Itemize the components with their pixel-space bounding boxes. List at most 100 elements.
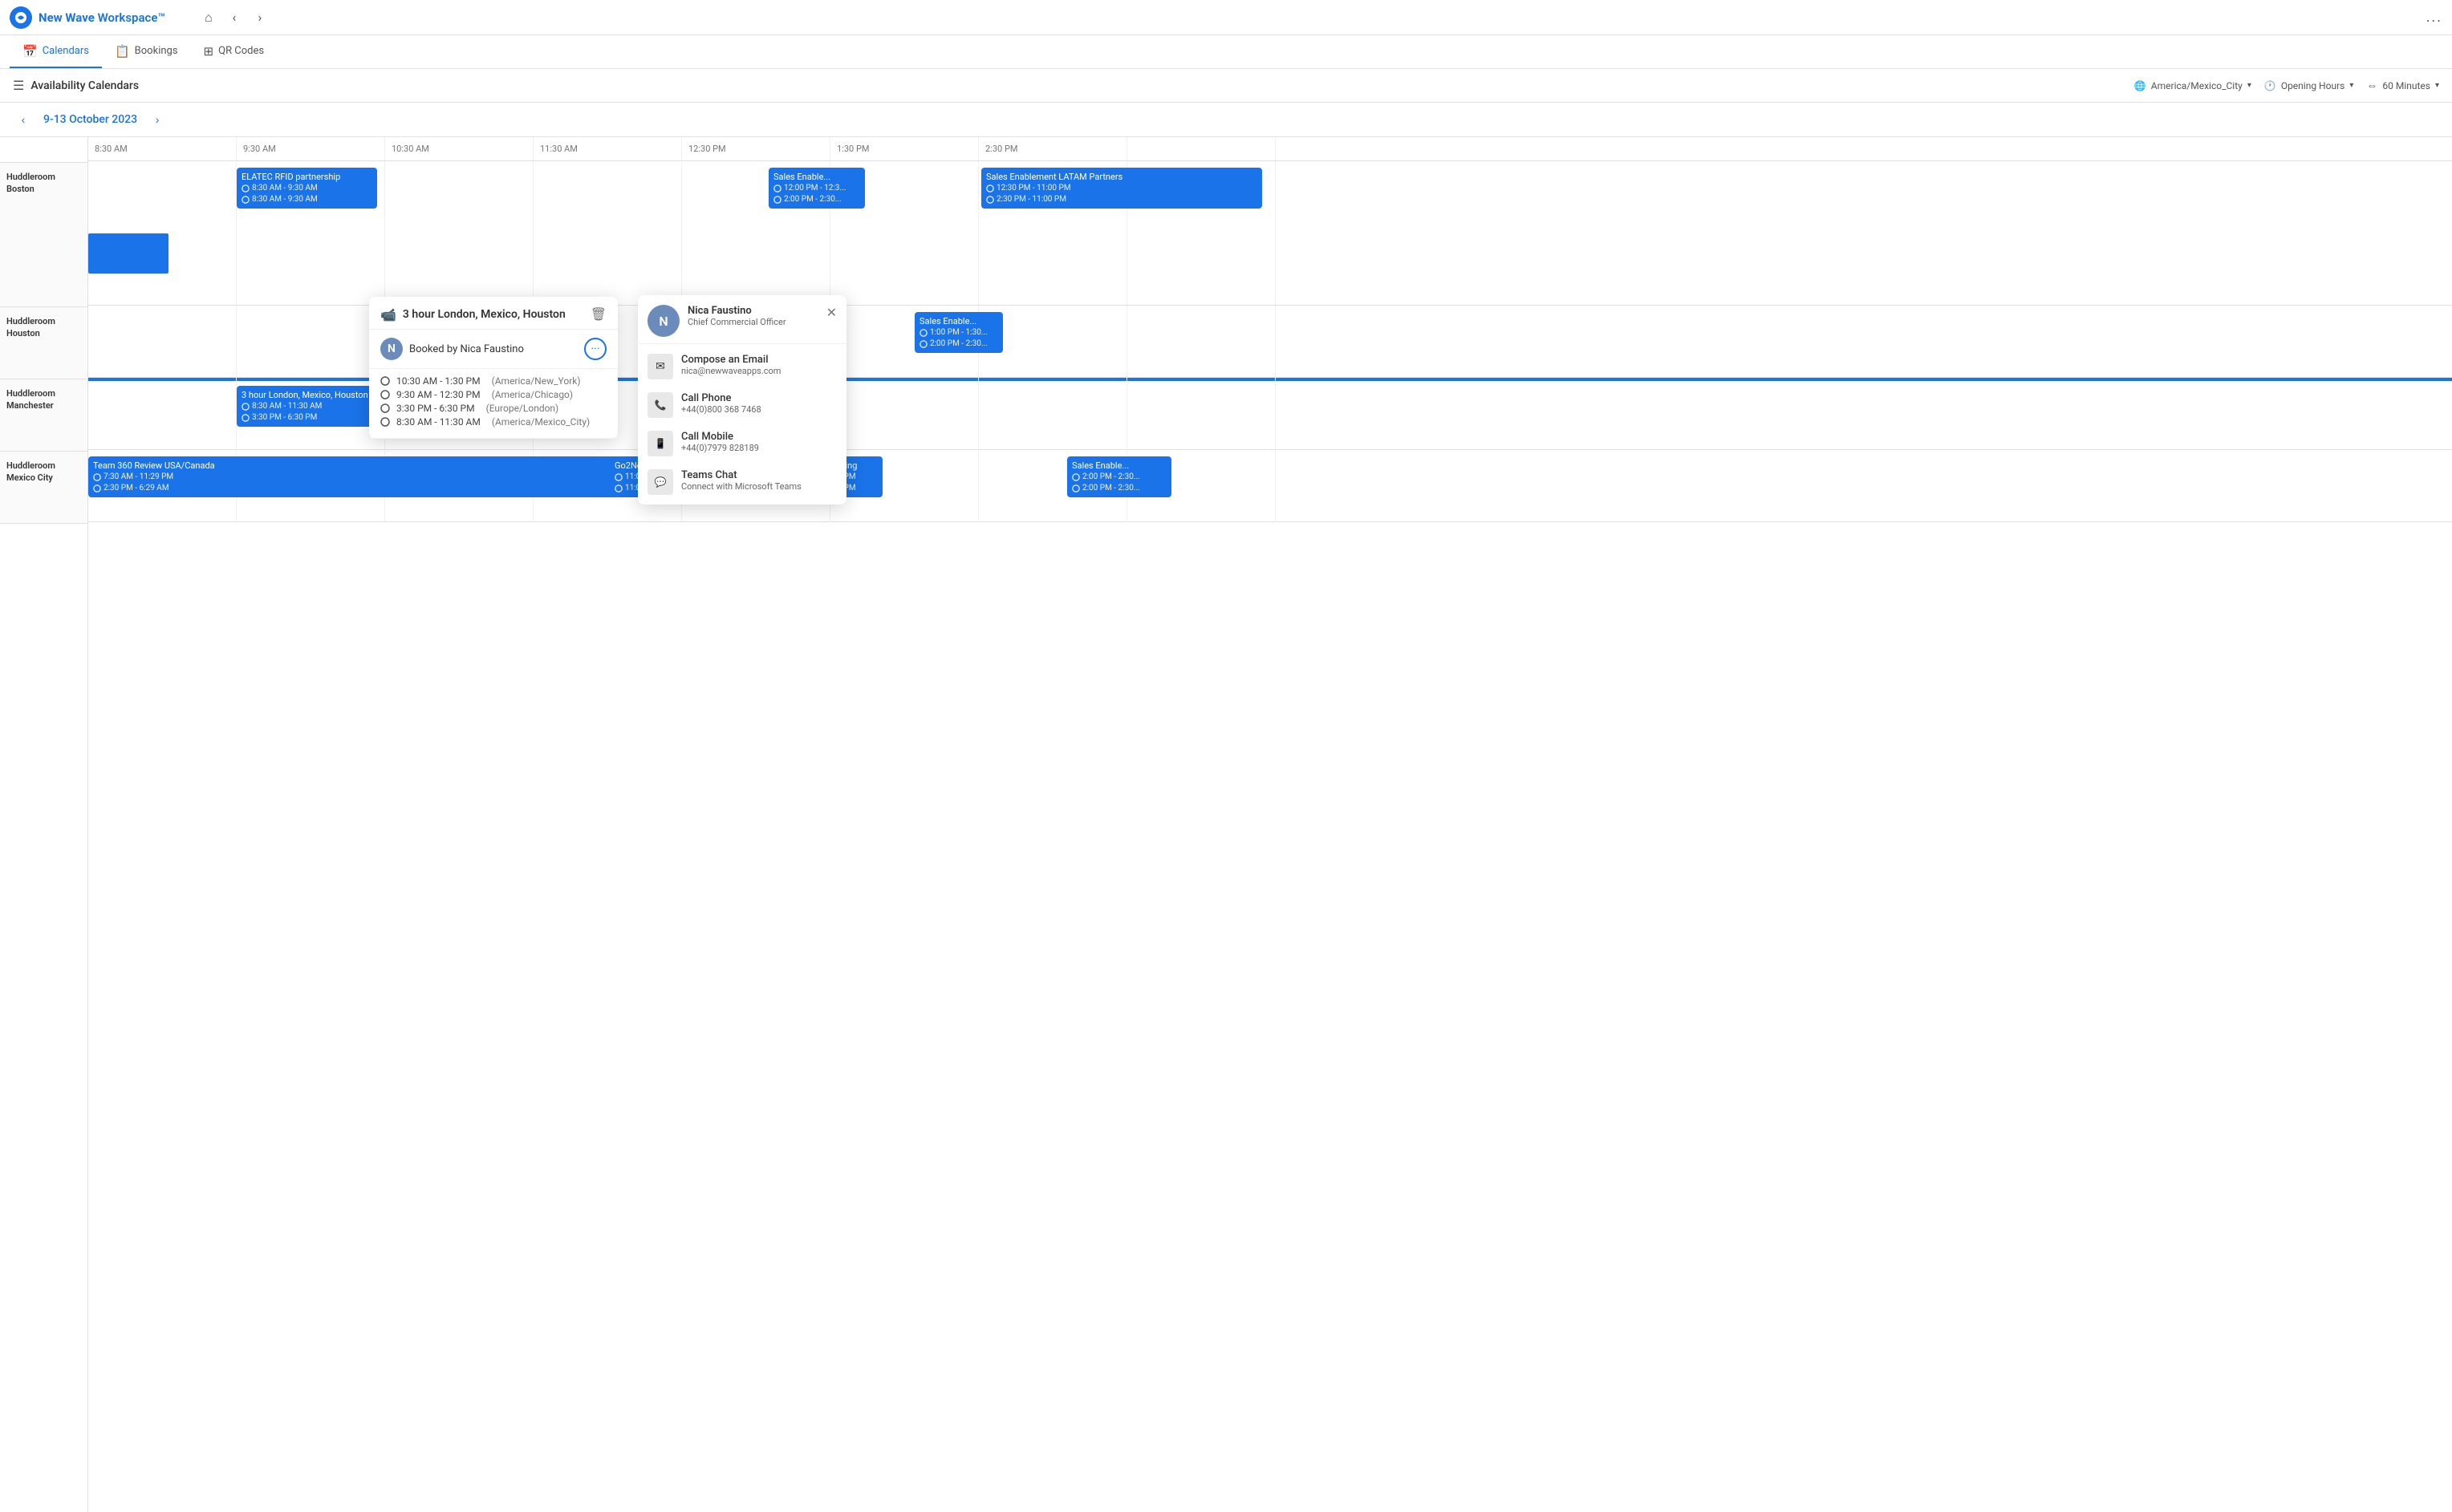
bookings-tab-icon: 📋 [115, 44, 130, 59]
popup-delete-button[interactable]: 🗑 [591, 306, 607, 322]
top-bar: New Wave Workspace™ ⌂ ‹ › ... [0, 0, 2452, 35]
mobile-action-text: Call Mobile +44(0)7979 828189 [681, 431, 759, 453]
phone-icon: 📞 [648, 392, 673, 418]
opening-hours-label: Opening Hours [2281, 80, 2345, 91]
popup-header: 📹 3 hour London, Mexico, Houston 🗑 [369, 297, 618, 330]
popup-avatar: N [380, 338, 403, 360]
opening-hours-control[interactable]: 🕐 Opening Hours ▾ [2264, 80, 2354, 91]
popup-time-0: 10:30 AM - 1:30 PM [396, 375, 481, 387]
time-header-230: 2:30 PM [979, 137, 1127, 160]
contact-avatar: N [648, 305, 680, 337]
duration-icon: ⇔ [2366, 79, 2377, 92]
houston-slot-1 [237, 306, 385, 378]
hamburger-menu-icon[interactable]: ☰ [13, 78, 24, 93]
event-sales-latam[interactable]: Sales Enablement LATAM Partners 12:30 PM… [981, 168, 1262, 209]
manchester-slot-7 [1127, 378, 1276, 450]
manchester-slot-0 [88, 378, 237, 450]
event-detail-popup: 📹 3 hour London, Mexico, Houston 🗑 N Boo… [369, 297, 618, 439]
room-label-houston: HuddleroomHouston [0, 307, 87, 379]
mobile-icon: 📱 [648, 431, 673, 456]
popup-time-row-3: 8:30 AM - 11:30 AM (America/Mexico_City) [380, 416, 607, 428]
email-icon: ✉ [648, 354, 673, 379]
video-conference-icon: 📹 [380, 307, 396, 322]
home-icon[interactable]: ⌂ [197, 6, 220, 29]
event-sales-enable-mexico-title: Sales Enable... [1072, 460, 1167, 472]
popup-zone-2: (Europe/London) [486, 403, 559, 414]
more-dots-button[interactable]: ... [2426, 9, 2442, 26]
timezone-control[interactable]: 🌐 America/Mexico_City ▾ [2134, 80, 2251, 91]
event-elatec-title: ELATEC RFID partnership [242, 171, 372, 183]
tab-calendars[interactable]: 📅 Calendars [10, 35, 102, 68]
calendars-tab-icon: 📅 [22, 44, 38, 59]
boston-slot-3 [534, 161, 682, 305]
phone-action-sub: +44(0)800 368 7468 [681, 404, 761, 415]
email-action-label: Compose an Email [681, 354, 781, 366]
event-sales-enable-boston-title: Sales Enable... [773, 171, 860, 183]
right-controls: 🌐 America/Mexico_City ▾ 🕐 Opening Hours … [2134, 79, 2439, 92]
event-sales-enable-houston-time1: 1:00 PM - 1:30... [920, 327, 998, 338]
back-icon[interactable]: ‹ [223, 6, 246, 29]
date-navigation: ‹ 9-13 October 2023 › [0, 103, 2452, 137]
manchester-slot-5 [830, 378, 979, 450]
popup-time-1: 9:30 AM - 12:30 PM [396, 389, 481, 400]
contact-role: Chief Commercial Officer [688, 317, 818, 327]
room-label-boston: HuddleroomBoston [0, 163, 87, 307]
opening-hours-caret-icon: ▾ [2349, 81, 2353, 90]
contact-actions-list: ✉ Compose an Email nica@newwaveapps.com … [638, 344, 846, 505]
popup-zone-0: (America/New_York) [492, 375, 581, 387]
event-sales-latam-time2: 2:30 PM - 11:00 PM [986, 194, 1257, 205]
contact-close-button[interactable]: ✕ [826, 305, 837, 321]
duration-caret-icon: ▾ [2435, 81, 2439, 90]
contact-action-mobile[interactable]: 📱 Call Mobile +44(0)7979 828189 [638, 424, 846, 463]
event-team360[interactable]: Team 360 Review USA/Canada 7:30 AM - 11:… [88, 456, 690, 497]
popup-time-row-0: 10:30 AM - 1:30 PM (America/New_York) [380, 375, 607, 387]
bookings-tab-label: Bookings [135, 45, 178, 57]
timezone-caret-icon: ▾ [2247, 81, 2251, 90]
timeline-row-boston: ELATEC RFID partnership 8:30 AM - 9:30 A… [88, 161, 2452, 306]
time-header-1230: 12:30 PM [682, 137, 830, 160]
tab-qr-codes[interactable]: ⊞ QR Codes [191, 35, 278, 68]
duration-label: 60 Minutes [2382, 80, 2430, 91]
popup-event-title: 3 hour London, Mexico, Houston [403, 308, 584, 321]
time-header-1130: 11:30 AM [534, 137, 682, 160]
popup-time-2: 3:30 PM - 6:30 PM [396, 403, 475, 414]
popup-times-section: 10:30 AM - 1:30 PM (America/New_York) 9:… [369, 369, 618, 439]
tab-bookings[interactable]: 📋 Bookings [102, 35, 191, 68]
time-header-row: 8:30 AM 9:30 AM 10:30 AM 11:30 AM 12:30 … [88, 137, 2452, 161]
duration-control[interactable]: ⇔ 60 Minutes ▾ [2366, 79, 2439, 92]
event-elatec-time1: 8:30 AM - 9:30 AM [242, 183, 372, 194]
contact-card-header: N Nica Faustino Chief Commercial Officer… [638, 295, 846, 344]
popup-booked-section: N Booked by Nica Faustino ··· [369, 330, 618, 369]
tabs-bar: 📅 Calendars 📋 Bookings ⊞ QR Codes [0, 35, 2452, 69]
contact-action-email[interactable]: ✉ Compose an Email nica@newwaveapps.com [638, 347, 846, 386]
time-header-1030: 10:30 AM [385, 137, 534, 160]
contact-name: Nica Faustino [688, 305, 818, 317]
event-sales-enable-boston-time2: 2:00 PM - 2:30... [773, 194, 860, 205]
event-sales-enable-houston[interactable]: Sales Enable... 1:00 PM - 1:30... 2:00 P… [915, 312, 1003, 353]
event-elatec[interactable]: ELATEC RFID partnership 8:30 AM - 9:30 A… [237, 168, 377, 209]
room-label-mexico-city: HuddleroomMexico City [0, 452, 87, 524]
contact-action-phone[interactable]: 📞 Call Phone +44(0)800 368 7468 [638, 386, 846, 424]
forward-icon[interactable]: › [249, 6, 271, 29]
event-sales-enable-mexico-time2: 2:00 PM - 2:30... [1072, 483, 1167, 494]
event-sales-enable-boston[interactable]: Sales Enable... 12:00 PM - 12:3... 2:00 … [769, 168, 865, 209]
contact-action-teams[interactable]: 💬 Teams Chat Connect with Microsoft Team… [638, 463, 846, 501]
event-elatec-time2: 8:30 AM - 9:30 AM [242, 194, 372, 205]
contact-info: Nica Faustino Chief Commercial Officer [688, 305, 818, 327]
teams-action-text: Teams Chat Connect with Microsoft Teams [681, 469, 802, 492]
event-team360-time2: 2:30 PM - 6:29 AM [93, 483, 685, 494]
timeline-row-mexico-city: Team 360 Review USA/Canada 7:30 AM - 11:… [88, 450, 2452, 522]
event-sales-enable-houston-title: Sales Enable... [920, 315, 998, 327]
boston-unavailable-block [88, 233, 168, 274]
popup-zone-1: (America/Chicago) [492, 389, 573, 400]
popup-more-button[interactable]: ··· [584, 338, 607, 360]
next-date-button[interactable]: › [147, 109, 168, 130]
manchester-slot-6 [979, 378, 1127, 450]
phone-action-text: Call Phone +44(0)800 368 7468 [681, 392, 761, 415]
prev-date-button[interactable]: ‹ [13, 109, 34, 130]
houston-slot-7 [1127, 306, 1276, 378]
popup-time-row-2: 3:30 PM - 6:30 PM (Europe/London) [380, 403, 607, 414]
event-sales-enable-mexico[interactable]: Sales Enable... 2:00 PM - 2:30... 2:00 P… [1067, 456, 1171, 497]
houston-slot-0 [88, 306, 237, 378]
calendars-tab-label: Calendars [43, 45, 89, 57]
